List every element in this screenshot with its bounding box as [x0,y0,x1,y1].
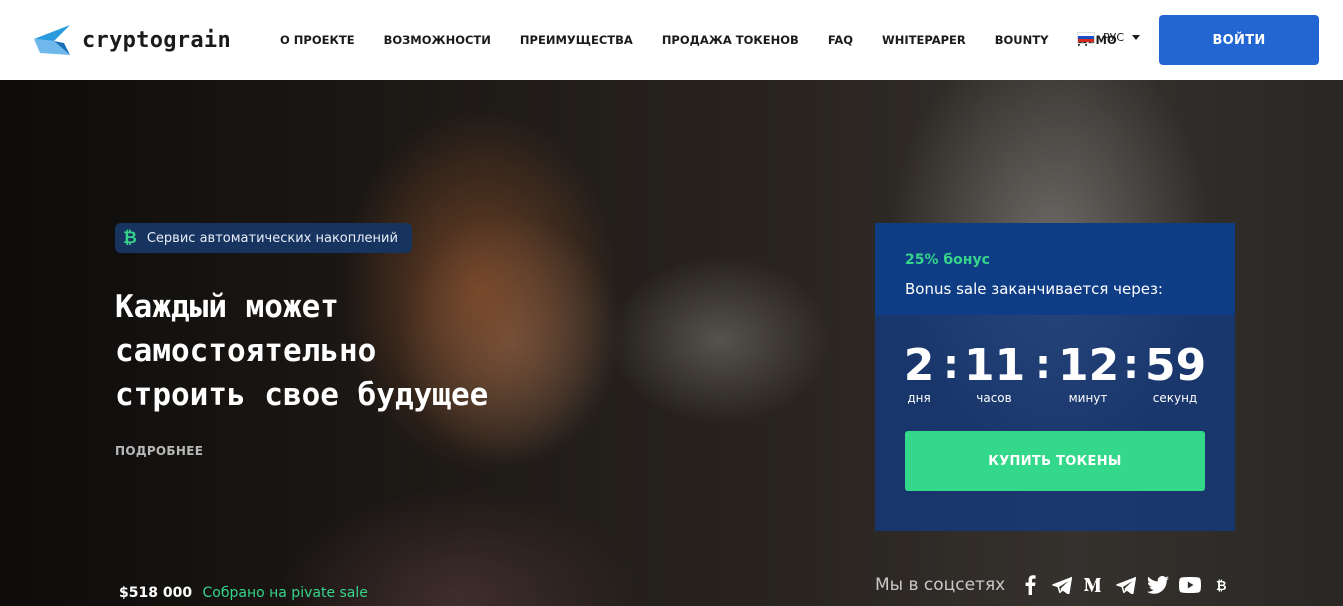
bitcointalk-icon[interactable]: ₿ [1211,574,1233,596]
countdown-days: 2 дня [889,340,949,406]
countdown-days-value: 2 [903,340,935,391]
language-label: РУС [1103,31,1125,44]
nav-item-whitepaper[interactable]: WHITEPAPER [882,33,966,47]
bitcoin-icon: ₿ [123,228,137,248]
countdown-minutes: 12 минут [1058,340,1120,406]
countdown-minutes-value: 12 [1058,340,1120,391]
bonus-countdown-panel: 25% бонус Bonus sale заканчивается через… [875,223,1235,531]
socials-label: Мы в соцсетях [875,575,1006,595]
russia-flag-icon [1077,31,1095,44]
site-header: cryptograin О ПРОЕКТЕ ВОЗМОЖНОСТИ ПРЕИМУ… [0,0,1343,80]
countdown-hours: 11 часов [964,340,1026,406]
panel-header: 25% бонус Bonus sale заканчивается через… [875,223,1235,315]
headline-line-1: Каждый может [115,289,339,325]
countdown-timer: 2 дня : 11 часов : 12 минут : 59 секунд [904,340,1207,411]
service-badge: ₿ Сервис автоматических накоплений [115,223,412,253]
nav-item-features[interactable]: ВОЗМОЖНОСТИ [384,33,491,47]
panel-body: 2 дня : 11 часов : 12 минут : 59 секунд [875,315,1235,531]
bonus-subtitle: Bonus sale заканчивается через: [905,280,1163,298]
countdown-seconds: 59 секунд [1145,340,1207,406]
nav-item-advantages[interactable]: ПРЕИМУЩЕСТВА [520,33,633,47]
raised-info: $518 000 Собрано на pivate sale [119,585,368,601]
youtube-icon[interactable] [1179,574,1202,596]
logo-mark-icon [34,25,70,55]
svg-text:₿: ₿ [1216,579,1227,593]
badge-text: Сервис автоматических накоплений [146,230,398,246]
raised-amount: $518 000 [119,585,193,601]
facebook-icon[interactable] [1019,574,1041,596]
language-selector[interactable]: РУС [1077,31,1141,44]
login-button[interactable]: ВОЙТИ [1159,15,1319,65]
nav-item-token-sale[interactable]: ПРОДАЖА ТОКЕНОВ [662,33,799,47]
headline-line-3: строить свое будущее [115,377,489,413]
countdown-hours-value: 11 [964,340,1026,391]
countdown-days-label: дня [907,391,931,405]
countdown-separator: : [1035,342,1051,388]
hero-headline: Каждый может самостоятельно строить свое… [115,285,635,417]
brand-name: cryptograin [82,27,231,53]
countdown-separator: : [943,342,959,388]
countdown-seconds-label: секунд [1152,391,1198,405]
medium-icon[interactable] [1083,574,1105,596]
twitter-icon[interactable] [1147,574,1170,596]
countdown-minutes-label: минут [1068,391,1108,405]
hero-section: ₿ Сервис автоматических накоплений Кажды… [0,80,1343,606]
buy-tokens-button[interactable]: КУПИТЬ ТОКЕНЫ [905,431,1205,491]
countdown-separator: : [1123,342,1139,388]
bonus-title: 25% бонус [905,252,990,268]
main-nav: О ПРОЕКТЕ ВОЗМОЖНОСТИ ПРЕИМУЩЕСТВА ПРОДА… [280,30,1117,50]
nav-item-faq[interactable]: FAQ [828,33,853,47]
countdown-hours-label: часов [976,391,1012,405]
social-links: Мы в соцсетях ₿ [875,572,1243,598]
chevron-down-icon [1132,35,1141,40]
countdown-seconds-value: 59 [1145,340,1207,391]
more-link[interactable]: ПОДРОБНЕЕ [115,444,203,458]
nav-item-bounty[interactable]: BOUNTY [995,33,1049,47]
nav-item-about[interactable]: О ПРОЕКТЕ [280,33,355,47]
telegram-icon[interactable] [1051,574,1073,596]
telegram-icon[interactable] [1115,574,1137,596]
headline-line-2: самостоятельно [115,333,377,369]
logo[interactable]: cryptograin [30,20,231,60]
raised-label: Собрано на pivate sale [202,585,368,601]
